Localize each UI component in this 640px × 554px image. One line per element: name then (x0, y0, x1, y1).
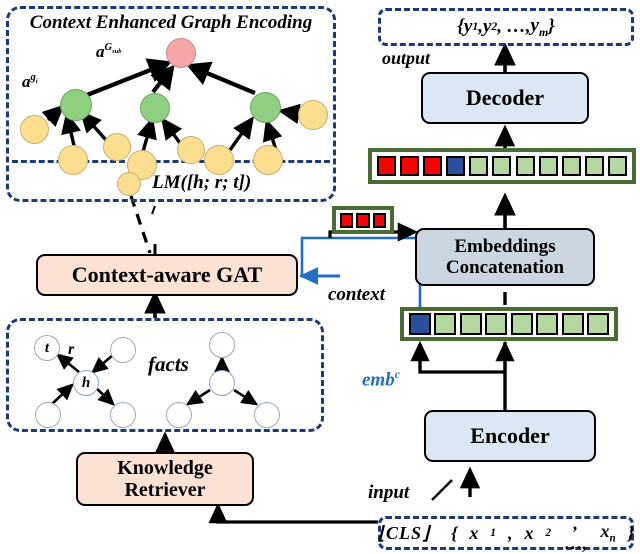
facts-node-t (34, 335, 60, 361)
sequence-cell-green (469, 156, 489, 176)
sequence-cell-red (356, 212, 370, 228)
sequence-cell-green (536, 313, 559, 335)
label-a-gi: agi (22, 72, 38, 91)
lm-node-yellow (117, 172, 141, 196)
sequence-cell-green (434, 313, 457, 335)
sequence-cell-blue (446, 156, 466, 176)
facts-node-right-sw (166, 402, 192, 428)
sequence-cell-red (400, 156, 420, 176)
sequence-cell-green (459, 313, 482, 335)
facts-node-right-se (254, 402, 280, 428)
graph-node-green-1 (60, 89, 92, 121)
concatenated-embedding-sequence (368, 148, 636, 184)
sequence-cell-green (584, 156, 604, 176)
emb-c-label: embc (362, 368, 400, 391)
graph-node-yellow-7 (253, 145, 283, 175)
encoder-block[interactable] (424, 410, 596, 462)
facts-node-h (73, 370, 99, 396)
facts-node-left-se (110, 402, 136, 428)
lm-to-gat-dashed-connector (129, 195, 152, 254)
graph-node-green-3 (250, 92, 281, 123)
facts-node-left-sw (35, 402, 61, 428)
knowledge-retriever-block[interactable] (76, 452, 254, 506)
output-label: output (382, 48, 431, 68)
sequence-cell-green (586, 313, 609, 335)
sequence-cell-red (372, 212, 386, 228)
facts-node-right-center (209, 370, 235, 396)
label-a-gsub: aGsub (96, 42, 122, 61)
sequence-cell-green (510, 313, 533, 335)
context-aware-gat-block[interactable] (36, 254, 298, 296)
sequence-cell-green (561, 313, 584, 335)
sequence-cell-green (538, 156, 558, 176)
diagram-canvas: Context Enhanced Graph Encoding agi aGsu… (0, 0, 640, 554)
graph-node-root (166, 38, 196, 68)
output-panel (378, 8, 634, 46)
embeddings-concatenation-block[interactable] (415, 228, 595, 286)
sequence-cell-red (377, 156, 396, 176)
sequence-cell-green (492, 156, 512, 176)
facts-relation-r-label: r (68, 341, 75, 358)
graph-node-green-2 (140, 93, 170, 123)
graph-node-yellow-6 (204, 145, 234, 175)
input-panel (378, 516, 634, 550)
sequence-cell-green (561, 156, 581, 176)
facts-node-right-top (209, 332, 235, 358)
facts-label: facts (148, 352, 189, 376)
graph-node-yellow-3 (103, 133, 131, 161)
sequence-cell-green (515, 156, 535, 176)
encoder-output-sequence (400, 307, 618, 341)
sequence-cell-green (607, 156, 627, 176)
sequence-cell-green (485, 313, 508, 335)
sequence-cell-red (423, 156, 443, 176)
graph-node-yellow-5 (177, 136, 205, 164)
context-embedding-sequence (332, 206, 394, 234)
sequence-cell-blue (409, 313, 431, 335)
input-label: input (368, 482, 410, 503)
graph-node-yellow-8 (298, 100, 328, 130)
context-label: context (328, 284, 385, 305)
graph-node-yellow-2 (58, 145, 88, 175)
graph-node-yellow-1 (20, 115, 49, 144)
decoder-block[interactable] (421, 72, 589, 124)
sequence-cell-red (340, 212, 354, 228)
facts-node-left-ne (110, 337, 136, 363)
lm-label: LM([h; r; t]) (152, 172, 252, 193)
